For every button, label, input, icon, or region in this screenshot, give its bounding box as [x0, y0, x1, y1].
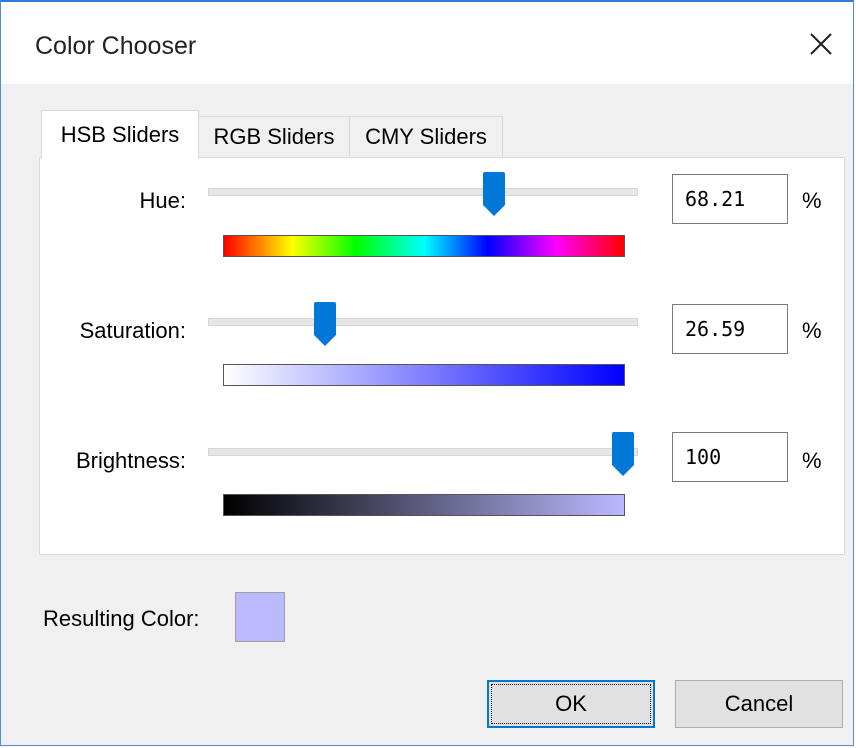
hue-gradient-bar: [223, 235, 625, 257]
tab-rgb-sliders[interactable]: RGB Sliders: [198, 116, 350, 156]
brightness-gradient-bar: [223, 494, 625, 516]
color-chooser-dialog: Color Chooser HSB Sliders RGB Sliders CM…: [0, 0, 854, 746]
hue-slider-thumb[interactable]: [482, 171, 506, 217]
brightness-label: Brightness:: [75, 448, 186, 473]
tab-hsb-sliders[interactable]: HSB Sliders: [41, 110, 199, 159]
ok-button[interactable]: OK: [487, 680, 655, 728]
title-bar: Color Chooser: [1, 2, 853, 84]
hsb-panel: Hue: 68.21 % Saturation: 26.59 % Brightn…: [39, 157, 845, 555]
hue-slider-track[interactable]: [208, 188, 638, 196]
saturation-percent-label: %: [802, 318, 822, 343]
saturation-value-field[interactable]: 26.59: [672, 304, 788, 354]
window-title: Color Chooser: [35, 32, 197, 60]
tab-cmy-sliders[interactable]: CMY Sliders: [349, 116, 503, 156]
ok-button-label: OK: [491, 684, 651, 724]
resulting-color-swatch: [235, 592, 285, 642]
brightness-slider-track[interactable]: [208, 448, 638, 456]
resulting-color-label: Resulting Color:: [43, 606, 200, 631]
brightness-percent-label: %: [802, 448, 822, 473]
hue-label: Hue:: [139, 188, 186, 213]
brightness-value-field[interactable]: 100: [672, 432, 788, 482]
saturation-slider-thumb[interactable]: [313, 301, 337, 347]
saturation-label: Saturation:: [79, 318, 186, 343]
cancel-button[interactable]: Cancel: [675, 680, 843, 728]
saturation-gradient-bar: [223, 364, 625, 386]
hue-value-field[interactable]: 68.21: [672, 174, 788, 224]
hue-percent-label: %: [802, 188, 822, 213]
saturation-slider-track[interactable]: [208, 318, 638, 326]
close-icon[interactable]: [801, 24, 841, 64]
brightness-slider-thumb[interactable]: [611, 431, 635, 477]
